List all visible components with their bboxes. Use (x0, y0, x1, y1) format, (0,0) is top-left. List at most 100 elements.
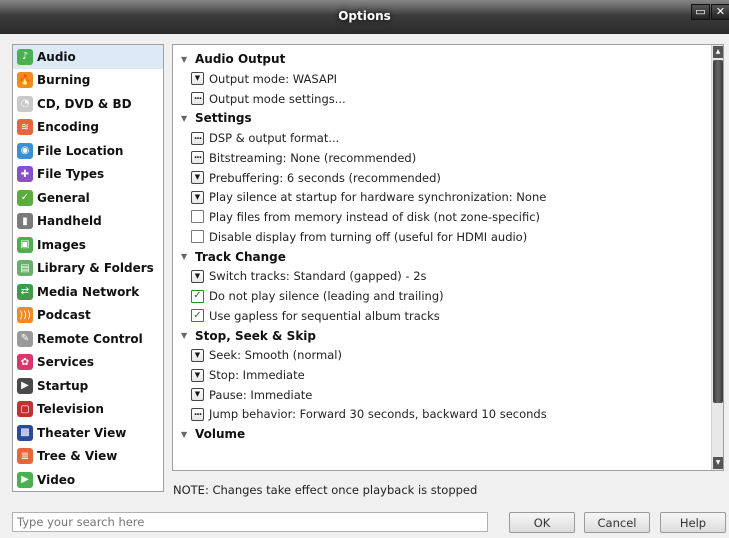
dropdown-arrow-icon[interactable]: ▼ (191, 190, 204, 204)
setting-row[interactable]: ▼ Stop: Immediate (173, 365, 711, 385)
setting-row[interactable]: ▼ Prebuffering: 6 seconds (recommended) (173, 168, 711, 188)
setting-label: Stop: Immediate (209, 368, 305, 383)
sidebar-item-label: Handheld (37, 214, 102, 229)
checkbox-unchecked[interactable] (191, 230, 204, 244)
sidebar-item-handheld[interactable]: ▮ Handheld (13, 210, 163, 234)
ellipsis-button-icon[interactable]: ... (191, 92, 204, 106)
podcast-icon: ))) (17, 307, 33, 324)
setting-row[interactable]: ✓ Use gapless for sequential album tracks (173, 306, 711, 326)
sidebar-item-cd-dvd-bd[interactable]: ◔ CD, DVD & BD (13, 92, 163, 116)
sidebar-item-library-folders[interactable]: ▤ Library & Folders (13, 257, 163, 281)
collapse-arrow-icon: ▼ (181, 252, 188, 261)
sidebar-item-file-types[interactable]: ✚ File Types (13, 163, 163, 187)
setting-label: Use gapless for sequential album tracks (209, 308, 440, 323)
sidebar-item-label: CD, DVD & BD (37, 96, 132, 111)
dropdown-arrow-icon[interactable]: ▼ (191, 348, 204, 362)
ellipsis-button-icon[interactable]: ... (191, 151, 204, 165)
section-title: Stop, Seek & Skip (195, 328, 316, 343)
cancel-button[interactable]: Cancel (584, 512, 650, 533)
sidebar-item-encoding[interactable]: ≋ Encoding (13, 116, 163, 140)
dropdown-arrow-icon[interactable]: ▼ (191, 269, 204, 283)
services-icon: ✿ (17, 354, 33, 371)
encoding-icon: ≋ (17, 119, 33, 136)
puzzle-icon: ✚ (17, 166, 33, 183)
scroll-up-icon[interactable]: ▲ (713, 46, 723, 58)
startup-icon: ▶ (17, 377, 33, 394)
setting-row[interactable]: ... Bitstreaming: None (recommended) (173, 148, 711, 168)
globe-icon: ◉ (17, 142, 33, 159)
sidebar-item-label: Television (37, 402, 104, 417)
section-header-audio-output[interactable]: ▼ Audio Output (173, 49, 711, 69)
sidebar-item-audio[interactable]: ♪ Audio (13, 45, 163, 69)
setting-row[interactable]: ✓ Do not play silence (leading and traili… (173, 286, 711, 306)
sidebar-item-label: Services (37, 355, 95, 370)
collapse-arrow-icon: ▼ (181, 429, 188, 439)
sidebar-item-services[interactable]: ✿ Services (13, 351, 163, 375)
section-header-settings[interactable]: ▼ Settings (173, 108, 711, 128)
search-input[interactable] (12, 512, 488, 532)
sidebar-item-podcast[interactable]: ))) Podcast (13, 304, 163, 328)
scroll-down-icon[interactable]: ▼ (713, 457, 723, 469)
collapse-arrow-icon: ▼ (181, 113, 188, 123)
checkbox-unchecked[interactable] (191, 210, 204, 224)
sidebar-item-startup[interactable]: ▶ Startup (13, 374, 163, 398)
section-header-volume[interactable]: ▼ Volume (173, 424, 711, 444)
sidebar-item-media-network[interactable]: ⇄ Media Network (13, 280, 163, 304)
sidebar-item-general[interactable]: ✓ General (13, 186, 163, 210)
sidebar-item-file-location[interactable]: ◉ File Location (13, 139, 163, 163)
images-icon: ▣ (17, 236, 33, 253)
setting-row[interactable]: ▼ Play silence at startup for hardware sy… (173, 187, 711, 207)
section-header-track-change[interactable]: ▼ Track Change (173, 247, 711, 267)
sidebar-item-burning[interactable]: 🔥 Burning (13, 69, 163, 93)
ellipsis-button-icon[interactable]: ... (191, 131, 204, 145)
ellipsis-button-icon[interactable]: ... (191, 407, 204, 421)
sidebar-item-television[interactable]: ▢ Television (13, 398, 163, 422)
maximize-button[interactable]: ▭ (691, 4, 710, 20)
setting-row[interactable]: ▼ Pause: Immediate (173, 385, 711, 405)
ok-button[interactable]: OK (509, 512, 575, 533)
window-title: Options (338, 9, 391, 23)
sidebar-item-label: Tree & View (37, 449, 118, 464)
setting-row[interactable]: ▼ Seek: Smooth (normal) (173, 346, 711, 366)
setting-row[interactable]: ▼ Switch tracks: Standard (gapped) - 2s (173, 267, 711, 287)
scrollbar-thumb[interactable] (713, 60, 723, 403)
sidebar-item-label: Video (37, 472, 76, 487)
section-title: Track Change (195, 249, 286, 264)
dropdown-arrow-icon[interactable]: ▼ (191, 368, 204, 382)
sidebar-item-theater-view[interactable]: ▩ Theater View (13, 421, 163, 445)
sidebar-item-label: File Types (37, 167, 105, 182)
video-icon: ▶ (17, 471, 33, 488)
sidebar-item-label: General (37, 190, 90, 205)
sidebar-item-label: Encoding (37, 120, 99, 135)
setting-row[interactable]: ... DSP & output format... (173, 128, 711, 148)
playback-note: NOTE: Changes take effect once playback … (173, 483, 478, 497)
checkbox-checked[interactable]: ✓ (191, 309, 204, 323)
setting-label: Output mode: WASAPI (209, 71, 338, 86)
setting-row[interactable]: ... Jump behavior: Forward 30 seconds, ba… (173, 405, 711, 425)
category-sidebar: ♪ Audio 🔥 Burning ◔ CD, DVD & BD ≋ Encoding ◉ Fil… (12, 44, 164, 492)
sidebar-item-tree-view[interactable]: ≣ Tree & View (13, 445, 163, 469)
help-button[interactable]: Help (660, 512, 726, 533)
dropdown-arrow-icon[interactable]: ▼ (191, 171, 204, 185)
setting-row[interactable]: Play files from memory instead of disk (… (173, 207, 711, 227)
sidebar-item-label: File Location (37, 143, 124, 158)
sidebar-item-remote-control[interactable]: ✎ Remote Control (13, 327, 163, 351)
setting-row[interactable]: ... Output mode settings... (173, 89, 711, 109)
setting-row[interactable]: ▼ Output mode: WASAPI (173, 69, 711, 89)
sidebar-item-images[interactable]: ▣ Images (13, 233, 163, 257)
tree-icon: ≣ (17, 448, 33, 465)
setting-row[interactable]: Disable display from turning off (useful… (173, 227, 711, 247)
sidebar-item-label: Audio (37, 49, 76, 64)
sidebar-item-label: Remote Control (37, 331, 143, 346)
close-button[interactable]: ✕ (711, 4, 729, 20)
sidebar-item-video[interactable]: ▶ Video (13, 468, 163, 491)
sidebar-item-label: Podcast (37, 308, 91, 323)
vertical-scrollbar[interactable]: ▲ ▼ (711, 45, 723, 470)
checkbox-checked[interactable]: ✓ (191, 289, 204, 303)
sidebar-item-label: Library & Folders (37, 261, 154, 276)
sidebar-item-label: Media Network (37, 284, 140, 299)
dropdown-arrow-icon[interactable]: ▼ (191, 72, 204, 86)
section-header-stop-seek-skip[interactable]: ▼ Stop, Seek & Skip (173, 326, 711, 346)
setting-label: Do not play silence (leading and trailin… (209, 289, 444, 304)
dropdown-arrow-icon[interactable]: ▼ (191, 388, 204, 402)
